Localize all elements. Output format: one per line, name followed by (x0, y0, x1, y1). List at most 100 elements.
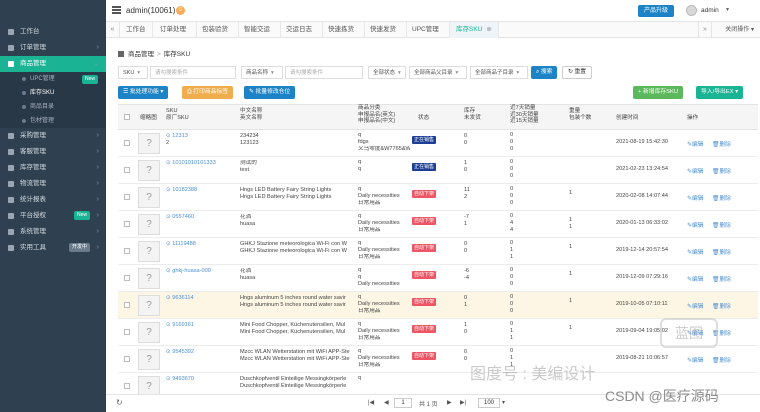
table-row[interactable]: ? ⊙ 10101010101333 测试的 test q q 正在销售 1 0 0 0 0 2021-… (118, 157, 758, 184)
sidebar-item[interactable]: 订单管理 › (0, 40, 106, 56)
bulk-actions-button[interactable]: ☰ 批处理功能 ▾ (118, 86, 169, 99)
delete-button[interactable]: 🗑删除 (712, 274, 731, 283)
sku-field-select[interactable]: SKU ▾ (118, 66, 148, 79)
close-icon[interactable]: ⊗ (486, 26, 491, 33)
row-checkbox[interactable] (124, 383, 130, 389)
edit-button[interactable]: ✎编辑 (687, 274, 703, 283)
sku-link[interactable]: ⊙ 9545392 (166, 349, 194, 356)
delete-button[interactable]: 🗑删除 (712, 355, 731, 364)
last-page-icon[interactable]: ▶| (460, 399, 466, 406)
delete-button[interactable]: 🗑删除 (712, 139, 731, 148)
refresh-icon[interactable]: ↻ (116, 398, 123, 407)
tab-scroll-right-icon[interactable]: » (698, 22, 712, 38)
delete-button[interactable]: 🗑删除 (712, 220, 731, 229)
page-input[interactable]: 1 (394, 398, 412, 408)
tab-item[interactable]: 工作台 (120, 22, 153, 38)
sku-search-input[interactable]: 请勾搜索条件 (150, 66, 236, 79)
row-checkbox[interactable] (124, 356, 130, 362)
parent-category-select[interactable]: 全部商品父目录 ▾ (409, 66, 467, 79)
sidebar-item[interactable]: 系统管理 › (0, 224, 106, 240)
product-thumbnail[interactable]: ? (138, 349, 160, 370)
message-count-badge[interactable]: 0 (176, 6, 185, 15)
row-checkbox[interactable] (124, 275, 130, 281)
delete-button[interactable]: 🗑删除 (712, 193, 731, 202)
table-row[interactable]: ? ⊙ 12313 2 234234 123123 q fdgs 义乌零度&W7765&W 正在… (118, 130, 758, 157)
sidebar-item[interactable]: 客服管理 › (0, 144, 106, 160)
sidebar-subitem[interactable]: UPC管理 New (0, 72, 106, 86)
name-search-input[interactable]: 请勾搜索条件 (285, 66, 363, 79)
table-row[interactable]: ? ⊙ 11119488 GHKJ Stazione meteorologica W… (118, 238, 758, 265)
delete-button[interactable]: 🗑删除 (712, 301, 731, 310)
page-size-select[interactable]: 100 (478, 398, 500, 408)
table-row[interactable]: ? ⊙ 10182388 Hngs LED Battery Fairy String… (118, 184, 758, 211)
sidebar-item[interactable]: 工作台 (0, 24, 106, 40)
row-checkbox[interactable] (124, 167, 130, 173)
print-labels-button[interactable]: ⎙ 打印商品标签 (182, 86, 234, 99)
sidebar-item[interactable]: 商品管理 ⌄ (0, 56, 106, 72)
product-thumbnail[interactable]: ? (138, 187, 160, 208)
table-row[interactable]: ? ⊙ 0557460 花洒 huasa q Daily necessities 日常用品 自… (118, 211, 758, 238)
edit-button[interactable]: ✎编辑 (687, 220, 703, 229)
product-thumbnail[interactable]: ? (138, 214, 160, 235)
sidebar-subitem[interactable]: 库存SKU (0, 86, 106, 100)
next-page-icon[interactable]: ▶ (447, 399, 452, 406)
menu-toggle-icon[interactable] (112, 6, 121, 14)
search-button[interactable]: ⌕ 搜索 (531, 66, 558, 79)
name-field-select[interactable]: 商品名称 ▾ (241, 66, 283, 79)
avatar[interactable] (686, 5, 697, 16)
upgrade-button[interactable]: 产品升级 (638, 5, 675, 17)
sku-link[interactable]: ⊙ 10101010101333 (166, 160, 216, 167)
user-name[interactable]: admin (701, 7, 719, 14)
sidebar-item[interactable]: 平台授权 › New (0, 208, 106, 224)
sku-link[interactable]: ⊙ 9169161 (166, 322, 194, 329)
edit-button[interactable]: ✎编辑 (687, 166, 703, 175)
sku-link[interactable]: ⊙ 9493670 (166, 376, 194, 383)
sidebar-subitem[interactable]: 商品目录 (0, 100, 106, 114)
tab-item[interactable]: UPC管理 (406, 22, 450, 38)
edit-button[interactable]: ✎编辑 (687, 247, 703, 256)
delete-button[interactable]: 🗑删除 (712, 166, 731, 175)
row-checkbox[interactable] (124, 302, 130, 308)
sku-link[interactable]: ⊙ 9636114 (166, 295, 194, 302)
edit-button[interactable]: ✎编辑 (687, 139, 703, 148)
sku-link[interactable]: ⊙ 12313 (166, 133, 188, 140)
import-export-button[interactable]: 导入/导出EX ▾ (696, 86, 744, 99)
edit-button[interactable]: ✎编辑 (687, 301, 703, 310)
edit-button[interactable]: ✎编辑 (687, 193, 703, 202)
tab-item[interactable]: 快速拣货 (322, 22, 365, 38)
tab-item[interactable]: 智能交运 (238, 22, 281, 38)
tab-item[interactable]: 包装验货 (196, 22, 239, 38)
tab-item[interactable]: 快速发货 (364, 22, 407, 38)
sidebar-item[interactable]: 采购管理 › (0, 128, 106, 144)
row-checkbox[interactable] (124, 248, 130, 254)
sidebar-item[interactable]: 物流管理 › (0, 176, 106, 192)
reset-button[interactable]: ↻ 重置 (562, 66, 593, 79)
sub-category-select[interactable]: 全部商品子目录 ▾ (470, 66, 528, 79)
row-checkbox[interactable] (124, 194, 130, 200)
chevron-down-icon[interactable]: ▾ (502, 399, 505, 406)
add-sku-button[interactable]: + 新增库存SKU (633, 86, 684, 99)
row-checkbox[interactable] (124, 221, 130, 227)
product-thumbnail[interactable]: ? (138, 241, 160, 262)
table-row[interactable]: ? ⊙ ghkj-huasa-000 花洒 huasa q q Daily necessit… (118, 265, 758, 292)
product-thumbnail[interactable]: ? (138, 322, 160, 343)
sku-link[interactable]: ⊙ 11119488 (166, 241, 196, 248)
chevron-down-icon[interactable]: ▾ (726, 6, 729, 13)
status-select[interactable]: 全部状态 ▾ (368, 66, 406, 79)
tab-item[interactable]: 订单处理 (154, 22, 197, 38)
table-row[interactable]: ? ⊙ 9545392 Mzcc WLAN Wetterstation mit Wi… (118, 346, 758, 373)
breadcrumb-root[interactable]: 商品管理 (128, 51, 154, 58)
sidebar-item[interactable]: 统计报表 › (0, 192, 106, 208)
tab-scroll-left-icon[interactable]: « (106, 22, 120, 38)
close-operations-menu[interactable]: 关闭操作 ▾ (719, 22, 760, 38)
tab-item[interactable]: 库存SKU ⊗ (450, 22, 499, 38)
sidebar-subitem[interactable]: 包材管理 (0, 114, 106, 128)
tab-item[interactable]: 交运日志 (280, 22, 323, 38)
sku-link[interactable]: ⊙ ghkj-huasa-000 (166, 268, 211, 275)
prev-page-icon[interactable]: ◀ (384, 399, 389, 406)
sidebar-item[interactable]: 库存管理 › (0, 160, 106, 176)
sku-link[interactable]: ⊙ 10182388 (166, 187, 197, 194)
row-checkbox[interactable] (124, 140, 130, 146)
sidebar-item[interactable]: 实用工具 › 开发中 (0, 240, 106, 256)
product-thumbnail[interactable]: ? (138, 160, 160, 181)
